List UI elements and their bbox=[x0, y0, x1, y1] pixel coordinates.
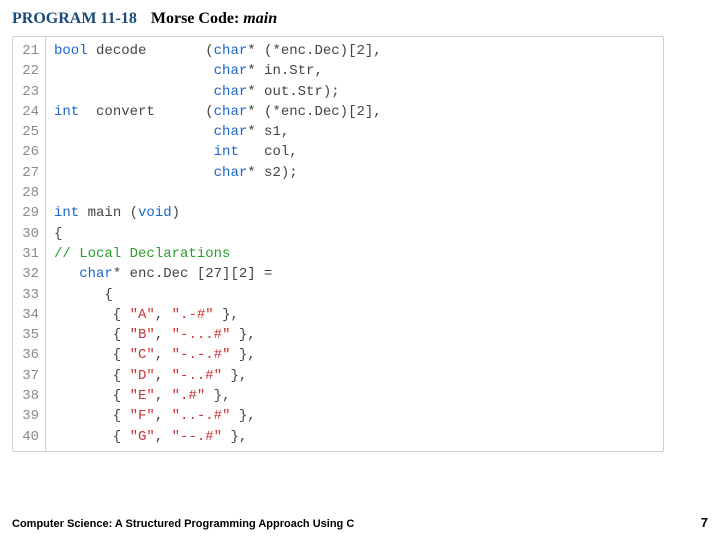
line-number: 39 bbox=[17, 406, 39, 426]
line-number: 26 bbox=[17, 142, 39, 162]
code-line: char* s1, bbox=[54, 122, 382, 142]
page-number: 7 bbox=[701, 515, 708, 530]
line-number: 30 bbox=[17, 224, 39, 244]
code-line: { bbox=[54, 285, 382, 305]
code-line: int convert (char* (*enc.Dec)[2], bbox=[54, 102, 382, 122]
code-line bbox=[54, 183, 382, 203]
line-number: 28 bbox=[17, 183, 39, 203]
code-body: bool decode (char* (*enc.Dec)[2], char* … bbox=[46, 37, 390, 451]
code-line: int col, bbox=[54, 142, 382, 162]
line-number: 35 bbox=[17, 325, 39, 345]
line-number: 22 bbox=[17, 61, 39, 81]
code-line: { "A", ".-#" }, bbox=[54, 305, 382, 325]
code-line: char* s2); bbox=[54, 163, 382, 183]
code-line: { "F", "..-.#" }, bbox=[54, 406, 382, 426]
line-number: 31 bbox=[17, 244, 39, 264]
code-listing: 2122232425262728293031323334353637383940… bbox=[12, 36, 664, 452]
line-number: 33 bbox=[17, 285, 39, 305]
slide-title: PROGRAM 11-18 Morse Code: main bbox=[12, 10, 708, 28]
line-number: 37 bbox=[17, 366, 39, 386]
program-title: Morse Code: main bbox=[151, 10, 277, 28]
code-line: { "B", "-...#" }, bbox=[54, 325, 382, 345]
slide-footer: Computer Science: A Structured Programmi… bbox=[12, 515, 708, 530]
line-number: 34 bbox=[17, 305, 39, 325]
code-line: { "C", "-.-.#" }, bbox=[54, 345, 382, 365]
code-line: { "E", ".#" }, bbox=[54, 386, 382, 406]
title-plain: Morse Code: bbox=[151, 10, 243, 27]
code-line: // Local Declarations bbox=[54, 244, 382, 264]
code-line: bool decode (char* (*enc.Dec)[2], bbox=[54, 41, 382, 61]
line-number-gutter: 2122232425262728293031323334353637383940 bbox=[13, 37, 46, 451]
code-line: { "D", "-..#" }, bbox=[54, 366, 382, 386]
program-label: PROGRAM 11-18 bbox=[12, 10, 137, 28]
code-line: char* out.Str); bbox=[54, 82, 382, 102]
line-number: 24 bbox=[17, 102, 39, 122]
line-number: 21 bbox=[17, 41, 39, 61]
footer-text: Computer Science: A Structured Programmi… bbox=[12, 518, 354, 530]
code-line: { "G", "--.#" }, bbox=[54, 427, 382, 447]
code-line: char* enc.Dec [27][2] = bbox=[54, 264, 382, 284]
title-italic: main bbox=[243, 10, 277, 27]
line-number: 23 bbox=[17, 82, 39, 102]
code-line: char* in.Str, bbox=[54, 61, 382, 81]
line-number: 25 bbox=[17, 122, 39, 142]
line-number: 38 bbox=[17, 386, 39, 406]
code-line: { bbox=[54, 224, 382, 244]
line-number: 36 bbox=[17, 345, 39, 365]
line-number: 29 bbox=[17, 203, 39, 223]
line-number: 40 bbox=[17, 427, 39, 447]
code-line: int main (void) bbox=[54, 203, 382, 223]
line-number: 32 bbox=[17, 264, 39, 284]
line-number: 27 bbox=[17, 163, 39, 183]
